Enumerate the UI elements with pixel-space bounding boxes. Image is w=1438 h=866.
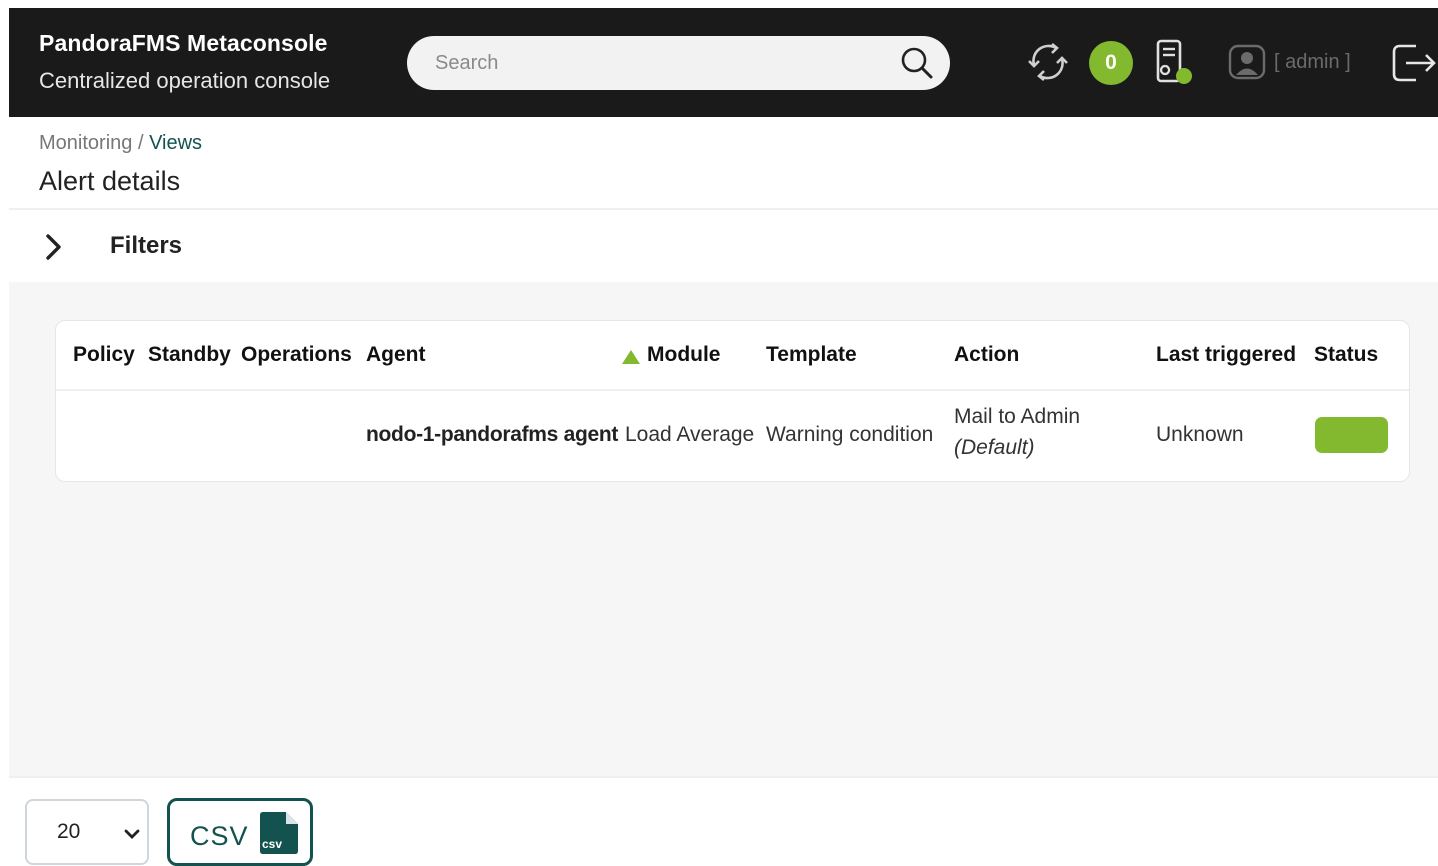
column-header-module[interactable]: Module <box>647 343 721 367</box>
search-input[interactable] <box>435 49 875 77</box>
csv-icon-text: csv <box>262 837 282 851</box>
column-header-template[interactable]: Template <box>766 343 857 367</box>
notification-badge[interactable]: 0 <box>1089 41 1133 85</box>
page-size-value: 20 <box>57 820 81 843</box>
cell-agent[interactable]: nodo-1-pandorafms agent <box>366 423 618 447</box>
table-header-divider <box>56 389 1409 391</box>
page-size-select[interactable]: 20 <box>25 799 149 865</box>
alerts-table: Policy Standby Operations Agent Module T… <box>55 320 1410 482</box>
table-footer: 20 CSV csv <box>9 776 1438 866</box>
logout-icon[interactable] <box>1390 40 1438 86</box>
search-box <box>407 36 950 90</box>
cell-last-triggered: Unknown <box>1156 423 1244 446</box>
refresh-icon[interactable] <box>1026 39 1070 85</box>
server-status-icon[interactable] <box>1155 39 1195 87</box>
breadcrumb: Monitoring / Views <box>39 132 202 155</box>
filters-label: Filters <box>110 232 183 259</box>
user-menu[interactable]: [ admin ] <box>1228 44 1351 80</box>
brand-title: PandoraFMS Metaconsole <box>39 30 328 56</box>
content-area: Policy Standby Operations Agent Module T… <box>9 282 1438 776</box>
breadcrumb-separator: / <box>132 132 150 154</box>
brand-subtitle: Centralized operation console <box>39 68 331 93</box>
csv-file-icon: csv <box>260 812 298 854</box>
cell-action-note: (Default) <box>954 436 1035 459</box>
cell-template: Warning condition <box>766 423 934 446</box>
cell-action: Mail to Admin <box>954 405 1081 428</box>
cell-module: Load Average <box>625 423 755 446</box>
chevron-right-icon <box>46 234 61 260</box>
chevron-down-icon <box>124 829 140 839</box>
column-header-status[interactable]: Status <box>1314 343 1378 367</box>
breadcrumb-current[interactable]: Views <box>149 132 202 154</box>
status-badge <box>1315 417 1388 453</box>
column-header-agent[interactable]: Agent <box>366 343 426 367</box>
top-bar: PandoraFMS Metaconsole Centralized opera… <box>9 8 1438 117</box>
column-header-operations[interactable]: Operations <box>241 343 352 367</box>
column-header-last-triggered[interactable]: Last triggered <box>1156 343 1296 367</box>
sort-ascending-icon[interactable] <box>621 349 641 365</box>
column-header-standby[interactable]: Standby <box>148 343 231 367</box>
user-name: [ admin ] <box>1274 50 1351 73</box>
filters-toggle[interactable]: Filters <box>9 210 1438 282</box>
csv-button-label: CSV <box>190 821 249 851</box>
export-csv-button[interactable]: CSV csv <box>167 798 313 866</box>
search-icon[interactable] <box>900 46 934 80</box>
column-header-policy[interactable]: Policy <box>73 343 135 367</box>
column-header-action[interactable]: Action <box>954 343 1019 367</box>
page-title: Alert details <box>39 166 181 196</box>
breadcrumb-parent[interactable]: Monitoring <box>39 132 132 154</box>
app-frame: PandoraFMS Metaconsole Centralized opera… <box>9 8 1438 866</box>
user-avatar-icon <box>1228 44 1266 80</box>
